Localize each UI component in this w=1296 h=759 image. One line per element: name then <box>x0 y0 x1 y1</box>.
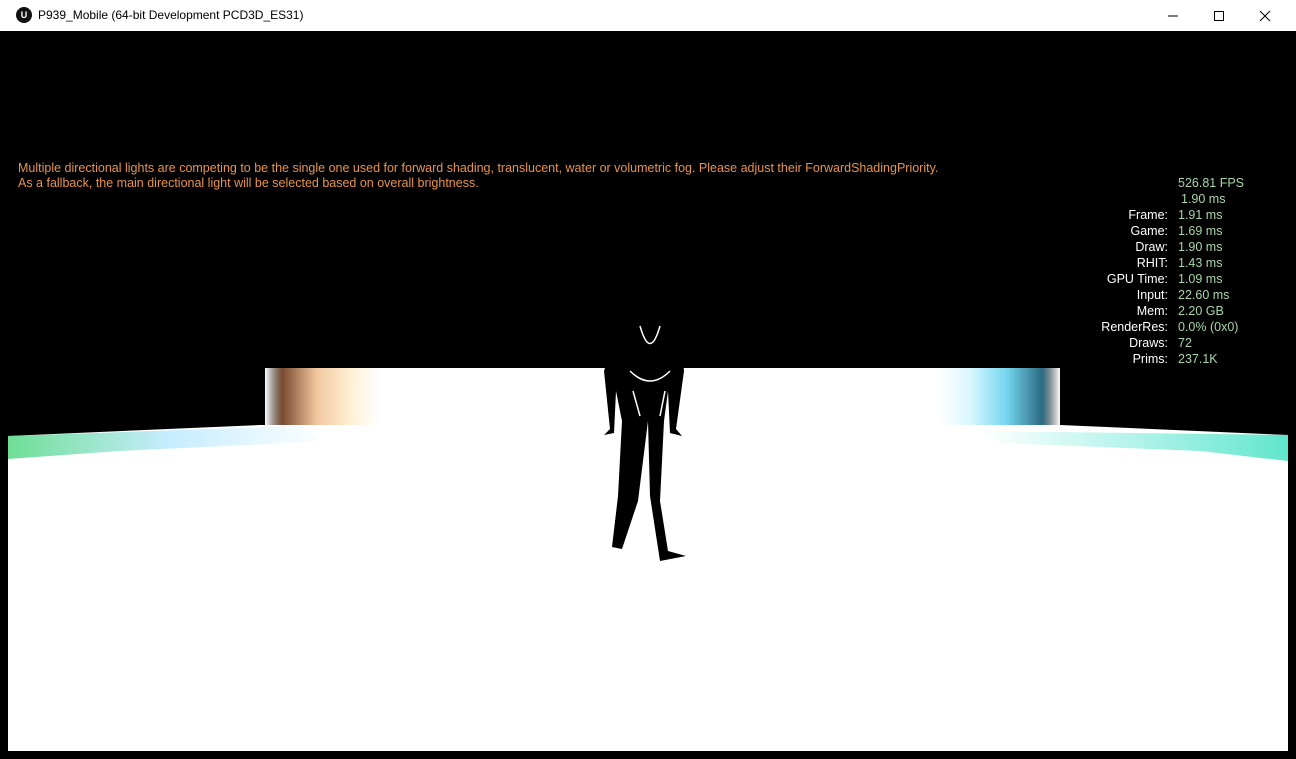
frame-ms-readout: 1.90 ms <box>1181 192 1226 206</box>
stat-value: 237.1K <box>1178 352 1218 366</box>
stat-label: Input: <box>1136 288 1168 302</box>
stat-value: 0.0% (0x0) <box>1178 320 1239 334</box>
stat-row-frame: Frame: 1.91 ms <box>1080 207 1280 223</box>
fps-readout: 526.81 FPS <box>1178 176 1245 190</box>
stat-row-input: Input: 22.60 ms <box>1080 287 1280 303</box>
floor <box>8 425 1288 751</box>
stat-row-game: Game: 1.69 ms <box>1080 223 1280 239</box>
wall-light-cyan <box>940 368 1060 428</box>
stat-label: GPU Time: <box>1106 272 1168 286</box>
stat-value: 2.20 GB <box>1178 304 1224 318</box>
stat-value: 1.91 ms <box>1178 208 1223 222</box>
unreal-logo-icon: U <box>16 7 32 23</box>
stat-row-draws: Draws: 72 <box>1080 335 1280 351</box>
stat-label: RenderRes: <box>1101 320 1168 334</box>
stat-row-gpu-time: GPU Time: 1.09 ms <box>1080 271 1280 287</box>
warning-line-1: Multiple directional lights are competin… <box>18 161 939 175</box>
maximize-icon <box>1214 10 1224 21</box>
warning-line-2: As a fallback, the main directional ligh… <box>18 176 479 190</box>
stat-value: 1.90 ms <box>1178 240 1223 254</box>
maximize-button[interactable] <box>1196 0 1242 31</box>
stat-row-renderres: RenderRes: 0.0% (0x0) <box>1080 319 1280 335</box>
stat-value: 1.09 ms <box>1178 272 1223 286</box>
stat-value: 22.60 ms <box>1178 288 1230 302</box>
minimize-icon <box>1168 15 1178 16</box>
stat-label: Frame: <box>1128 208 1168 222</box>
close-icon <box>1259 10 1271 21</box>
stat-label: Draw: <box>1135 240 1168 254</box>
stat-label: Prims: <box>1132 352 1168 366</box>
window-title: P939_Mobile (64-bit Development PCD3D_ES… <box>38 8 304 22</box>
window-titlebar[interactable]: U P939_Mobile (64-bit Development PCD3D_… <box>0 0 1296 31</box>
wall-light-orange <box>265 368 380 428</box>
stat-label: RHIT: <box>1136 256 1168 270</box>
stat-value: 1.69 ms <box>1178 224 1223 238</box>
game-scene <box>8 277 1288 751</box>
stat-row-mem: Mem: 2.20 GB <box>1080 303 1280 319</box>
game-viewport[interactable]: Multiple directional lights are competin… <box>0 31 1296 759</box>
stat-row-prims: Prims: 237.1K <box>1080 351 1280 367</box>
directional-light-warning: Multiple directional lights are competin… <box>18 161 938 191</box>
stat-label: Mem: <box>1136 304 1168 318</box>
stat-value: 1.43 ms <box>1178 256 1223 270</box>
stat-row-rhit: RHIT: 1.43 ms <box>1080 255 1280 271</box>
close-button[interactable] <box>1242 0 1288 31</box>
minimize-button[interactable] <box>1150 0 1196 31</box>
stat-label: Draws: <box>1129 336 1168 350</box>
stat-row-draw: Draw: 1.90 ms <box>1080 239 1280 255</box>
stat-value: 72 <box>1178 336 1192 350</box>
stat-label: Game: <box>1130 224 1168 238</box>
